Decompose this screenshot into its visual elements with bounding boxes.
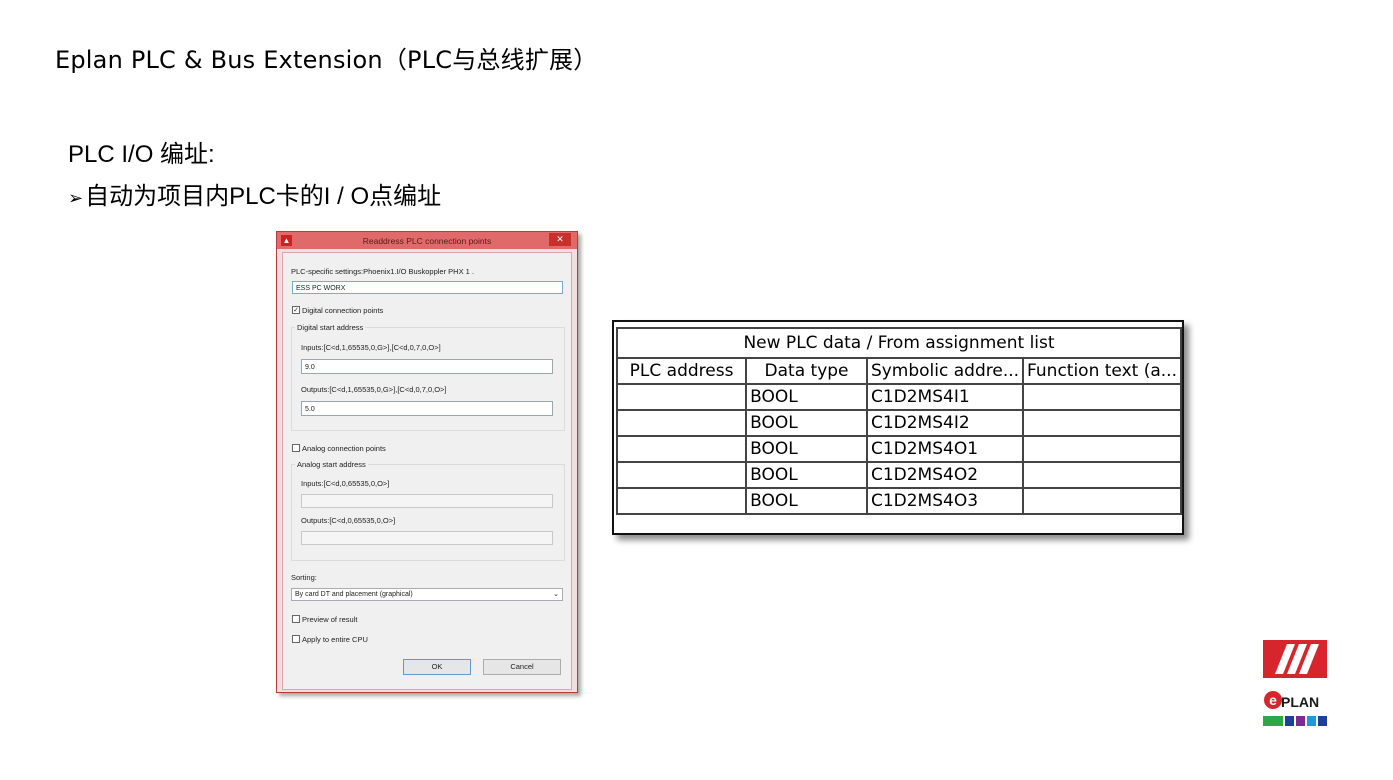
analog-outputs-field[interactable]	[301, 531, 553, 545]
digital-outputs-label: Outputs:[C<d,1,65535,0,G>],[C<d,0,7,0,O>…	[301, 385, 447, 394]
plc-data-table: New PLC data / From assignment list PLC …	[615, 327, 1182, 515]
table-cell: BOOL	[745, 409, 868, 437]
table-cell	[615, 383, 748, 411]
table-cell	[615, 409, 748, 437]
analog-outputs-label: Outputs:[C<d,0,65535,0,O>]	[301, 516, 396, 525]
analog-checkbox[interactable]	[292, 444, 300, 452]
digital-checkbox[interactable]: ✓	[292, 306, 300, 314]
analog-inputs-label: Inputs:[C<d,0,65535,0,O>]	[301, 479, 390, 488]
chevron-down-icon: ⌄	[553, 591, 559, 598]
sorting-value: By card DT and placement (graphical)	[295, 591, 413, 598]
plc-data-table-panel: New PLC data / From assignment list PLC …	[612, 320, 1184, 535]
digital-label: Digital connection points	[302, 306, 384, 315]
apply-cpu-checkbox[interactable]	[292, 635, 300, 643]
column-header-data-type[interactable]: Data type	[745, 357, 868, 385]
bullet-arrow-icon: ➢	[68, 188, 84, 208]
table-cell	[1022, 435, 1182, 463]
table-cell: BOOL	[745, 461, 868, 489]
dialog-body: PLC-specific settings:Phoenix1.I/O Busko…	[282, 252, 572, 690]
preview-checkbox[interactable]	[292, 615, 300, 623]
table-cell	[615, 461, 748, 489]
table-cell: C1D2MS4O2	[865, 461, 1025, 489]
cancel-button[interactable]: Cancel	[483, 659, 561, 675]
dialog-titlebar: ▲ Readdress PLC connection points ✕	[277, 232, 577, 249]
table-cell: C1D2MS4O3	[865, 487, 1025, 515]
sorting-select[interactable]: By card DT and placement (graphical) ⌄	[291, 588, 563, 601]
close-button[interactable]: ✕	[549, 233, 571, 246]
digital-inputs-label: Inputs:[C<d,1,65535,0,G>],[C<d,0,7,0,O>]	[301, 343, 441, 352]
table-cell	[1022, 409, 1182, 437]
table-cell	[615, 487, 748, 515]
logo-blue-bar	[1285, 716, 1294, 726]
table-row[interactable]: BOOL C1D2MS4O2	[615, 461, 1182, 489]
table-caption: New PLC data / From assignment list	[616, 327, 1182, 359]
slide-title: Eplan PLC & Bus Extension（PLC与总线扩展）	[55, 46, 598, 74]
table-cell: C1D2MS4I2	[865, 409, 1025, 437]
analog-label: Analog connection points	[302, 444, 386, 453]
column-header-symbolic-address[interactable]: Symbolic addre...	[865, 357, 1025, 385]
table-cell: BOOL	[745, 383, 868, 411]
logo-blue-bar-2	[1318, 716, 1327, 726]
eplan-logo-icon: e PLAN	[1263, 640, 1327, 726]
table-cell: C1D2MS4I1	[865, 383, 1025, 411]
table-cell: C1D2MS4O1	[865, 435, 1025, 463]
plc-settings-field[interactable]: ESS PC WORX	[292, 281, 563, 294]
logo-text: PLAN	[1281, 694, 1319, 710]
readdress-dialog: ▲ Readdress PLC connection points ✕ PLC-…	[276, 231, 578, 693]
table-cell: BOOL	[745, 435, 868, 463]
digital-outputs-field[interactable]: 5.0	[301, 401, 553, 416]
table-row[interactable]: BOOL C1D2MS4O1	[615, 435, 1182, 463]
table-row[interactable]: BOOL C1D2MS4I2	[615, 409, 1182, 437]
bullet-line: ➢自动为项目内PLC卡的I / O点编址	[68, 176, 441, 211]
preview-label: Preview of result	[302, 615, 358, 624]
digital-inputs-field[interactable]: 9.0	[301, 359, 553, 374]
table-row[interactable]: BOOL C1D2MS4O3	[615, 487, 1182, 515]
logo-purple-bar	[1296, 716, 1305, 726]
section-heading: PLC I/O 编址:	[68, 141, 215, 168]
table-cell	[1022, 461, 1182, 489]
table-cell: BOOL	[745, 487, 868, 515]
digital-group-label: Digital start address	[295, 323, 366, 332]
table-cell	[1022, 487, 1182, 515]
plc-settings-label: PLC-specific settings:Phoenix1.I/O Busko…	[291, 267, 475, 276]
column-header-plc-address[interactable]: PLC address	[615, 357, 748, 385]
bullet-text: 自动为项目内PLC卡的I / O点编址	[85, 183, 442, 210]
sorting-label: Sorting:	[291, 573, 317, 582]
logo-green-bar	[1263, 716, 1283, 726]
analog-inputs-field[interactable]	[301, 494, 553, 508]
column-header-function-text[interactable]: Function text (a...	[1022, 357, 1182, 385]
table-cell	[615, 435, 748, 463]
analog-group-label: Analog start address	[295, 460, 368, 469]
logo-e-letter: e	[1269, 692, 1277, 708]
table-row[interactable]: BOOL C1D2MS4I1	[615, 383, 1182, 411]
ok-button[interactable]: OK	[403, 659, 471, 675]
table-cell	[1022, 383, 1182, 411]
apply-cpu-label: Apply to entire CPU	[302, 635, 368, 644]
dialog-title: Readdress PLC connection points	[362, 236, 492, 246]
logo-cyan-bar	[1307, 716, 1316, 726]
